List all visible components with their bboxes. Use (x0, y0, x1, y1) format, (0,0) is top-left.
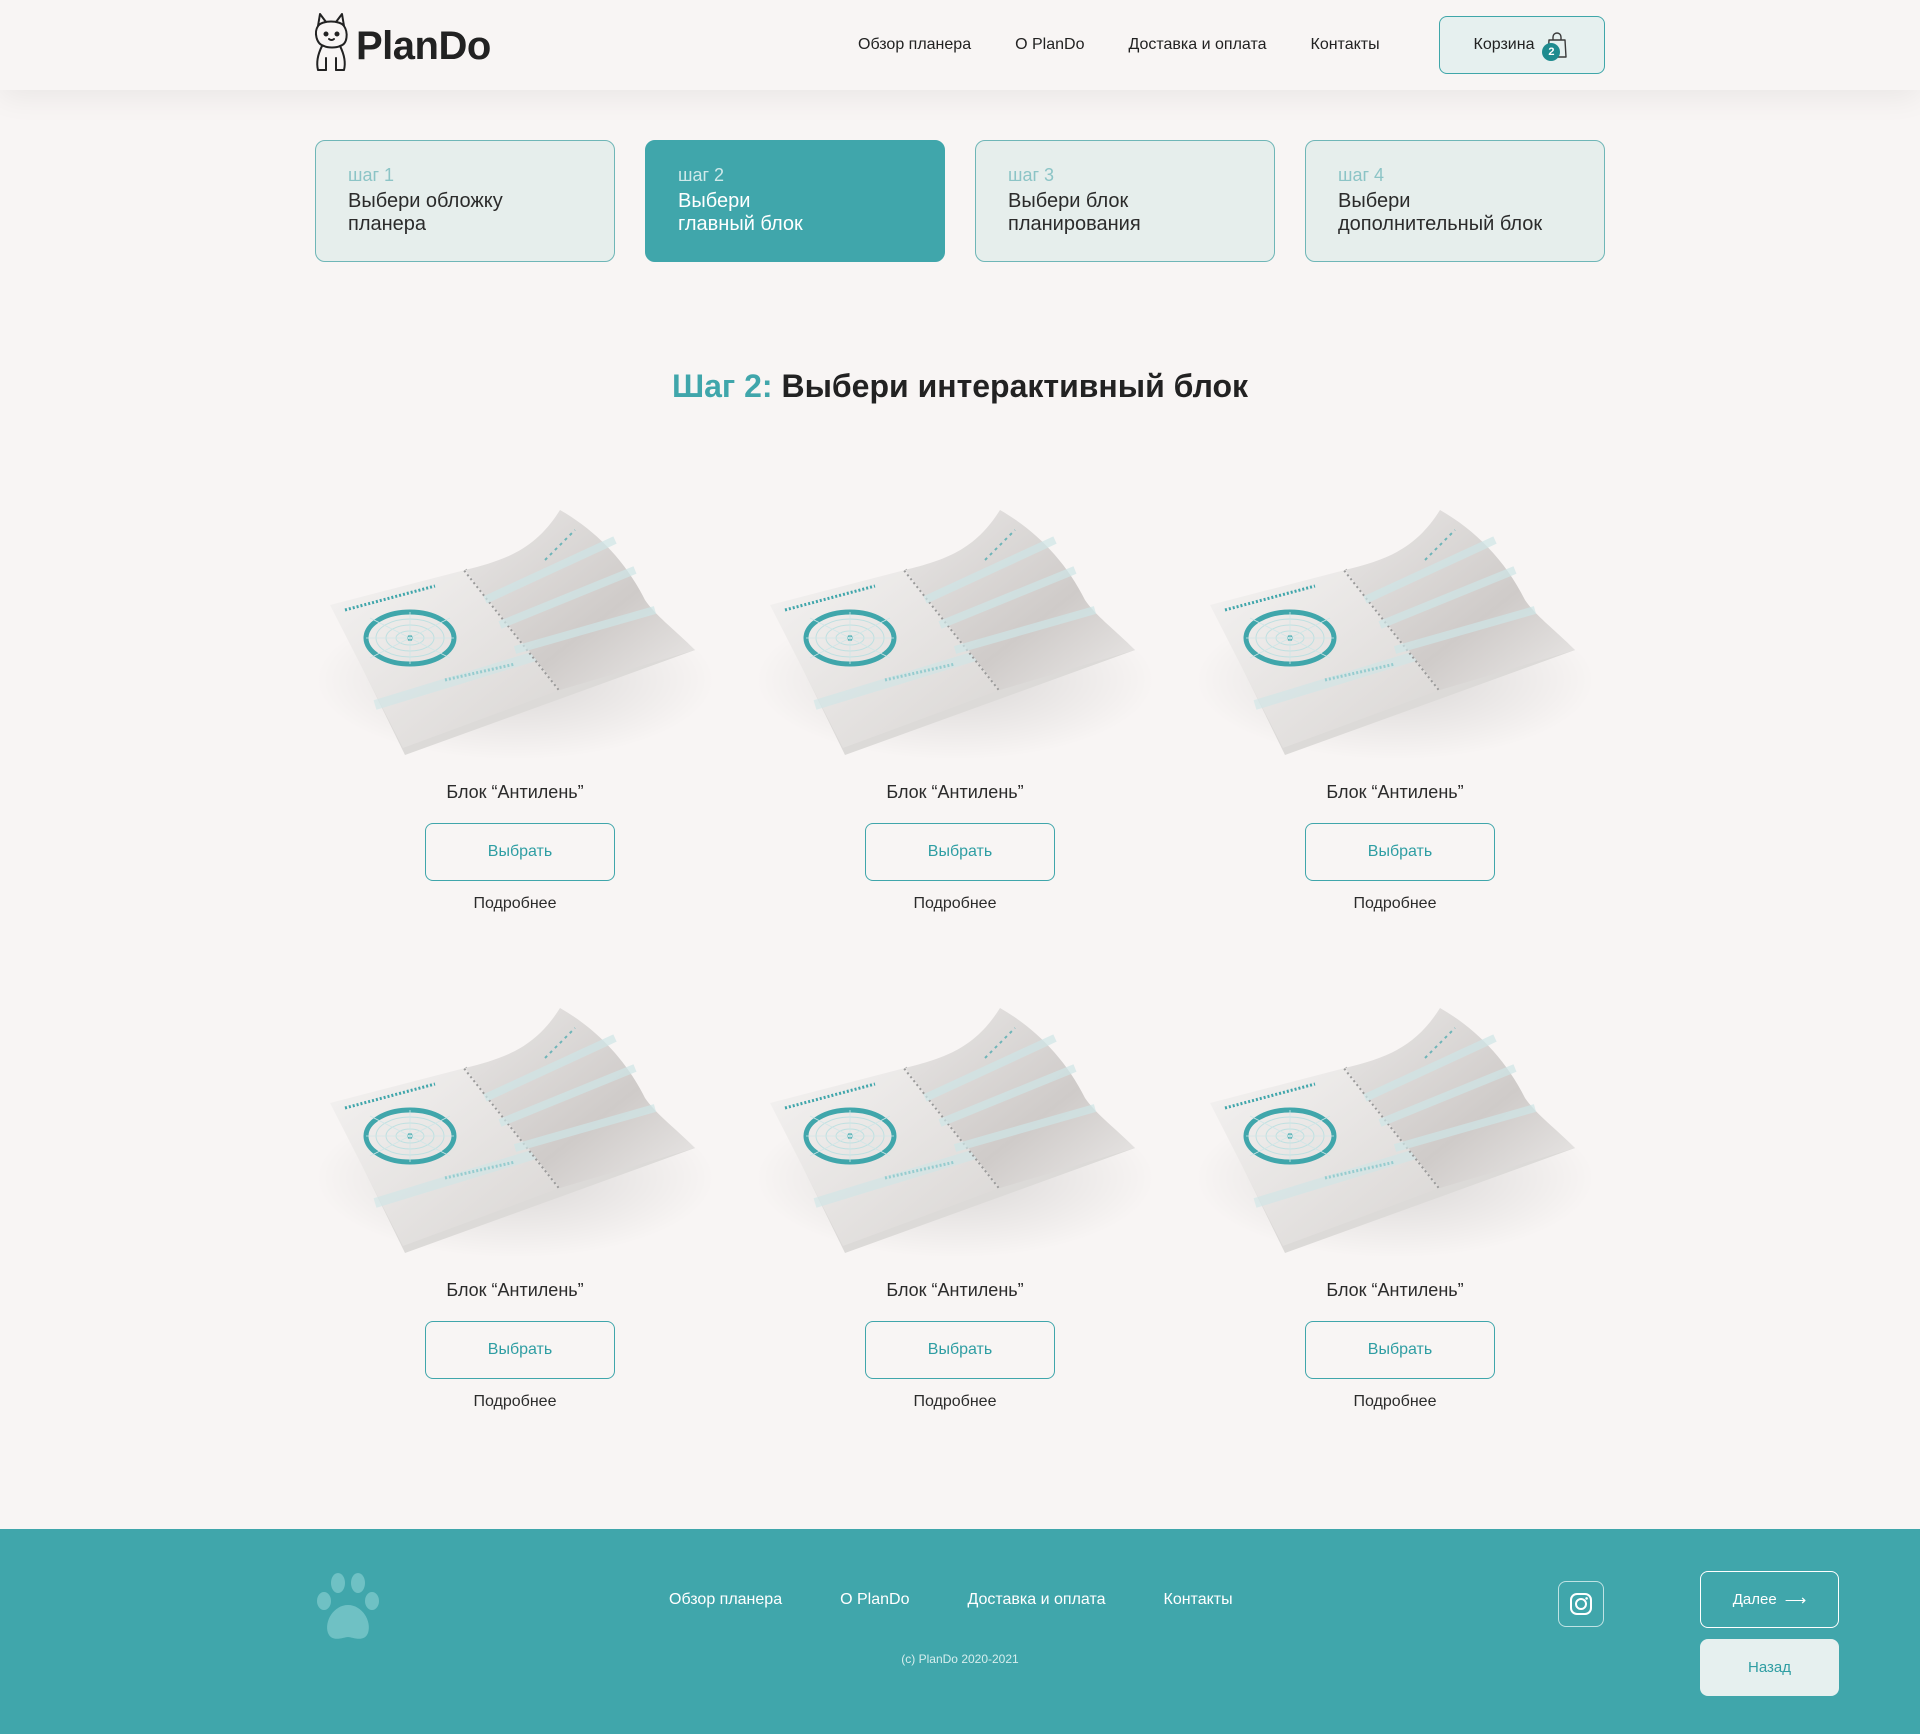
step-label: Выбери главный блок (678, 190, 803, 235)
step-label: Выбери блок планирования (1008, 190, 1141, 235)
planner-image[interactable] (755, 500, 1155, 770)
details-link[interactable]: Подробнее (755, 1393, 1155, 1411)
details-link[interactable]: Подробнее (755, 895, 1155, 913)
page-title: Шаг 2: Выбери интерактивный блок (0, 368, 1920, 405)
logo[interactable]: PlanDo (312, 10, 491, 74)
footer-nav-delivery[interactable]: Доставка и оплата (967, 1591, 1105, 1609)
next-button[interactable]: Далее ⟶ (1700, 1571, 1839, 1628)
product-name: Блок “Антилень” (886, 782, 1024, 802)
next-label: Далее (1732, 1591, 1777, 1608)
select-button[interactable]: Выбрать (425, 823, 615, 881)
nav-item-overview[interactable]: Обзор планера (858, 36, 971, 54)
planner-image[interactable] (315, 500, 715, 770)
step-2[interactable]: шаг 2 Выбери главный блок (645, 140, 945, 262)
site-header: PlanDo Обзор планера О PlanDo Доставка и… (0, 0, 1920, 90)
footer-nav: Обзор планера О PlanDo Доставка и оплата… (669, 1591, 1233, 1609)
footer-nav-about[interactable]: О PlanDo (840, 1591, 909, 1609)
select-button[interactable]: Выбрать (425, 1321, 615, 1379)
details-link[interactable]: Подробнее (1195, 895, 1595, 913)
details-link[interactable]: Подробнее (315, 895, 715, 913)
select-button[interactable]: Выбрать (865, 1321, 1055, 1379)
site-footer: Обзор планера О PlanDo Доставка и оплата… (0, 1529, 1920, 1734)
select-button[interactable]: Выбрать (1305, 1321, 1495, 1379)
cart-label: Корзина (1473, 36, 1535, 53)
planner-image[interactable] (755, 998, 1155, 1268)
product-name: Блок “Антилень” (446, 1280, 584, 1300)
product-card: Блок “Антилень” Выбрать Подробнее (315, 998, 715, 1438)
step-1[interactable]: шаг 1 Выбери обложку планера (315, 140, 615, 262)
product-name: Блок “Антилень” (1326, 1280, 1464, 1300)
footer-nav-contacts[interactable]: Контакты (1164, 1591, 1233, 1609)
product-card: Блок “Антилень” Выбрать Подробнее (315, 500, 715, 940)
product-card: Блок “Антилень” Выбрать Подробнее (1195, 500, 1595, 940)
nav-item-contacts[interactable]: Контакты (1311, 36, 1380, 54)
step-number: шаг 2 (678, 165, 725, 185)
product-name: Блок “Антилень” (446, 782, 584, 802)
copyright: (c) PlanDo 2020-2021 (901, 1652, 1019, 1666)
back-button[interactable]: Назад (1700, 1639, 1839, 1696)
bulldog-icon (315, 13, 348, 71)
planner-image[interactable] (315, 998, 715, 1268)
product-card: Блок “Антилень” Выбрать Подробнее (755, 500, 1155, 940)
product-card: Блок “Антилень” Выбрать Подробнее (755, 998, 1155, 1438)
page-title-text: Выбери интерактивный блок (781, 368, 1249, 404)
step-4[interactable]: шаг 4 Выбери дополнительный блок (1305, 140, 1605, 262)
step-3[interactable]: шаг 3 Выбери блок планирования (975, 140, 1275, 262)
nav-item-about[interactable]: О PlanDo (1015, 36, 1084, 54)
product-name: Блок “Антилень” (1326, 782, 1464, 802)
planner-image[interactable] (1195, 998, 1595, 1268)
steps-progress: шаг 1 Выбери обложку планера шаг 2 Выбер… (315, 140, 1605, 262)
cart-button[interactable]: Корзина 2 (1439, 16, 1605, 74)
details-link[interactable]: Подробнее (315, 1393, 715, 1411)
step-label: Выбери обложку планера (348, 190, 503, 235)
logo-text: PlanDo (356, 23, 491, 68)
product-name: Блок “Антилень” (886, 1280, 1024, 1300)
details-link[interactable]: Подробнее (1195, 1393, 1595, 1411)
nav-item-delivery[interactable]: Доставка и оплата (1128, 36, 1266, 54)
product-grid: Блок “Антилень” Выбрать Подробнее Блок “… (315, 500, 1605, 1438)
select-button[interactable]: Выбрать (1305, 823, 1495, 881)
footer-nav-overview[interactable]: Обзор планера (669, 1591, 782, 1609)
step-label: Выбери дополнительный блок (1338, 190, 1543, 235)
page-title-step: Шаг 2: (671, 368, 773, 404)
paw-icon (317, 1573, 379, 1639)
instagram-button[interactable] (1558, 1581, 1604, 1627)
instagram-icon (1570, 1593, 1592, 1615)
select-button[interactable]: Выбрать (865, 823, 1055, 881)
step-number: шаг 3 (1008, 165, 1055, 185)
planner-image[interactable] (1195, 500, 1595, 770)
arrow-right-icon: ⟶ (1784, 1591, 1807, 1609)
shopping-bag-icon: 2 (1542, 31, 1570, 61)
product-card: Блок “Антилень” Выбрать Подробнее (1195, 998, 1595, 1438)
step-number: шаг 4 (1338, 165, 1385, 185)
step-number: шаг 1 (348, 165, 395, 185)
main-nav: Обзор планера О PlanDo Доставка и оплата… (858, 0, 1380, 90)
